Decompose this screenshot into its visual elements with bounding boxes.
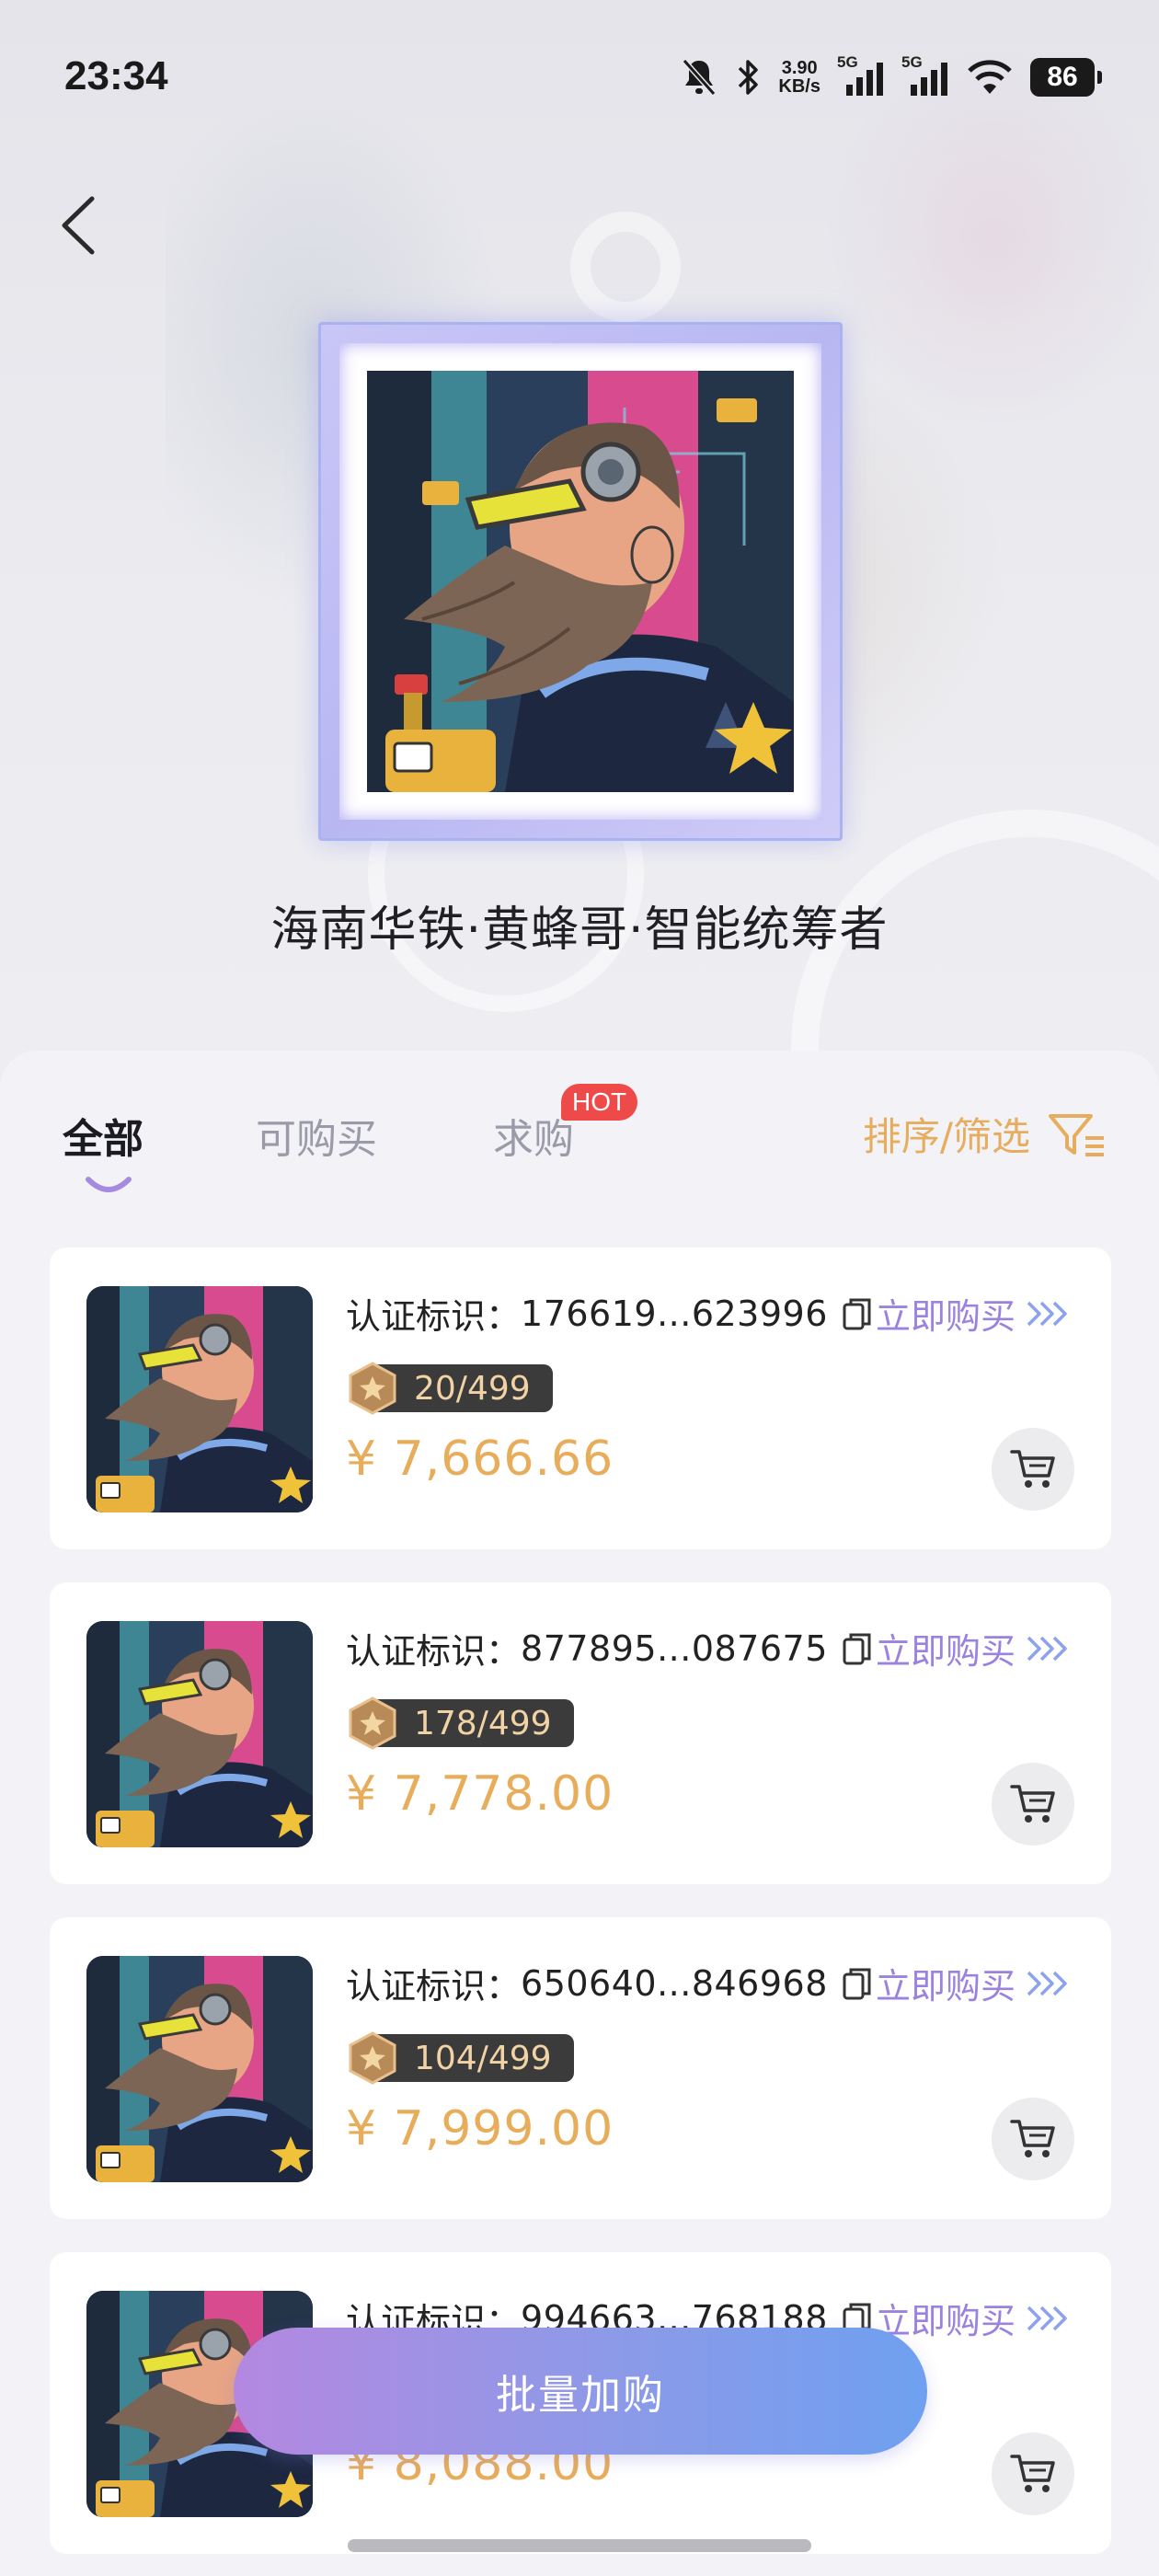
listing-thumbnail[interactable] bbox=[86, 1956, 313, 2182]
net-speed-unit: KB/s bbox=[778, 76, 820, 97]
cert-id: 176619...623996 bbox=[521, 1293, 828, 1334]
triple-chevron-right-icon bbox=[1027, 1971, 1067, 1995]
listing-price: ¥ 7,666.66 bbox=[346, 1432, 614, 1487]
listing-thumbnail[interactable] bbox=[86, 1286, 313, 1512]
cart-icon bbox=[1010, 1785, 1055, 1823]
tab-all[interactable]: 全部 bbox=[63, 1106, 143, 1165]
listing-price: ¥ 7,778.00 bbox=[346, 1766, 614, 1822]
bluetooth-icon bbox=[734, 57, 762, 98]
add-to-cart-button[interactable] bbox=[992, 2098, 1074, 2180]
signal-sim1-icon: 5G bbox=[837, 53, 885, 98]
tab-bar: 全部 可购买 求购 HOT 排序/筛选 bbox=[0, 1084, 1159, 1198]
copy-icon[interactable] bbox=[841, 1295, 874, 1332]
star-hexagon-icon bbox=[346, 2031, 399, 2085]
buy-now-link[interactable]: 立即购买 bbox=[876, 2293, 1071, 2343]
buy-now-label: 立即购买 bbox=[875, 1966, 1016, 2007]
battery-indicator: 86 bbox=[1030, 58, 1102, 97]
cert-prefix: 认证标识： bbox=[346, 1296, 522, 1337]
artwork-image[interactable] bbox=[367, 371, 794, 792]
copy-icon[interactable] bbox=[841, 1965, 874, 2002]
cert-id: 650640...846968 bbox=[521, 1962, 828, 2004]
add-to-cart-button[interactable] bbox=[992, 1428, 1074, 1511]
cert-id-row: 认证标识： 176619...623996 bbox=[346, 1288, 874, 1339]
cert-id: 877895...087675 bbox=[521, 1627, 828, 1669]
tab-available[interactable]: 可购买 bbox=[256, 1106, 377, 1165]
listing-card[interactable]: 认证标识： 877895...087675 立即购买 178/499 ¥ 7,7… bbox=[50, 1582, 1111, 1884]
chevron-left-icon bbox=[62, 196, 95, 255]
batch-add-to-cart-button[interactable]: 批量加购 bbox=[234, 2328, 927, 2455]
net-speed-value: 3.90 bbox=[781, 58, 818, 78]
listing-thumbnail[interactable] bbox=[86, 1621, 313, 1847]
buy-now-link[interactable]: 立即购买 bbox=[876, 1623, 1071, 1673]
signal-sim2-icon: 5G bbox=[901, 53, 949, 98]
edition-number: 178/499 bbox=[373, 1699, 574, 1747]
back-button[interactable] bbox=[57, 189, 112, 262]
edition-badge: 20/499 bbox=[346, 1362, 553, 1415]
cert-prefix: 认证标识： bbox=[346, 1966, 522, 2007]
cart-icon bbox=[1010, 2120, 1055, 2157]
buy-now-link[interactable]: 立即购买 bbox=[876, 1288, 1071, 1339]
star-hexagon-icon bbox=[346, 1696, 399, 1750]
network-speed: 3.90 KB/s bbox=[778, 59, 820, 96]
sort-filter-label: 排序/筛选 bbox=[862, 1114, 1030, 1159]
status-time: 23:34 bbox=[64, 53, 168, 98]
hot-badge: HOT bbox=[561, 1084, 638, 1121]
active-tab-indicator bbox=[86, 1177, 132, 1192]
cert-id-row: 认证标识： 877895...087675 bbox=[346, 1623, 874, 1673]
add-to-cart-button[interactable] bbox=[992, 1763, 1074, 1846]
buy-now-label: 立即购买 bbox=[875, 1631, 1016, 1672]
buy-now-link[interactable]: 立即购买 bbox=[876, 1958, 1071, 2008]
edition-number: 104/499 bbox=[373, 2034, 574, 2082]
wifi-icon bbox=[966, 57, 1014, 98]
listing-price: ¥ 7,999.00 bbox=[346, 2101, 614, 2156]
filter-icon bbox=[1049, 1113, 1104, 1156]
buy-now-label: 立即购买 bbox=[875, 2301, 1016, 2341]
triple-chevron-right-icon bbox=[1027, 2306, 1067, 2330]
backdrop-ring bbox=[570, 212, 681, 322]
cart-icon bbox=[1010, 1450, 1055, 1488]
star-hexagon-icon bbox=[346, 1362, 399, 1415]
mute-icon bbox=[681, 57, 717, 98]
cert-prefix: 认证标识： bbox=[346, 1631, 522, 1672]
collection-title: 海南华铁·黄蜂哥·智能统筹者 bbox=[270, 903, 889, 958]
listing-card[interactable]: 认证标识： 176619...623996 立即购买 20/499 ¥ 7,66… bbox=[50, 1248, 1111, 1549]
status-bar: 23:34 3.90 KB/s 5G 5G 86 bbox=[0, 0, 1159, 156]
edition-badge: 178/499 bbox=[346, 1696, 574, 1750]
home-indicator[interactable] bbox=[348, 2539, 811, 2552]
cert-id-row: 认证标识： 650640...846968 bbox=[346, 1958, 874, 2008]
triple-chevron-right-icon bbox=[1027, 1301, 1067, 1326]
status-icons: 3.90 KB/s 5G 5G 86 bbox=[681, 53, 1102, 101]
copy-icon[interactable] bbox=[841, 1630, 874, 1667]
artwork-frame bbox=[318, 322, 843, 841]
edition-badge: 104/499 bbox=[346, 2031, 574, 2085]
edition-number: 20/499 bbox=[373, 1364, 553, 1412]
cart-icon bbox=[1010, 2455, 1055, 2492]
buy-now-label: 立即购买 bbox=[875, 1296, 1016, 1337]
triple-chevron-right-icon bbox=[1027, 1636, 1067, 1661]
add-to-cart-button[interactable] bbox=[992, 2432, 1074, 2515]
listing-card[interactable]: 认证标识： 650640...846968 立即购买 104/499 ¥ 7,9… bbox=[50, 1917, 1111, 2219]
sort-filter-button[interactable]: 排序/筛选 bbox=[863, 1106, 1107, 1162]
